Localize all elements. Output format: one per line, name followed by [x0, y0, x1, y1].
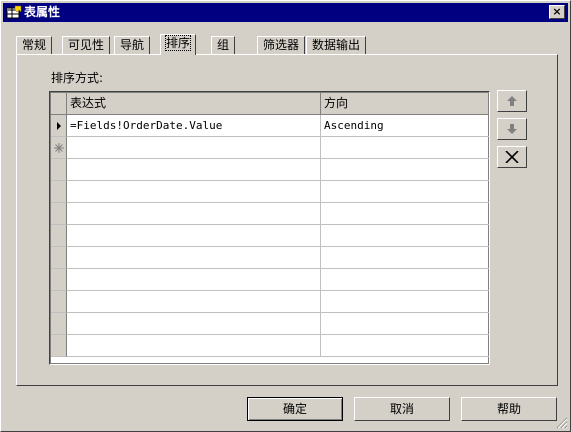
title-bar: 表属性 × — [3, 3, 568, 22]
move-down-button[interactable] — [497, 118, 527, 140]
tab-label: 导航 — [120, 38, 145, 52]
empty-cell — [67, 203, 321, 225]
row-selector — [51, 335, 67, 357]
row-selector — [51, 269, 67, 291]
resize-grip-icon[interactable] — [556, 417, 568, 429]
row-selector — [51, 181, 67, 203]
tab-navigation[interactable]: 导航 — [114, 36, 151, 54]
empty-cell — [321, 203, 489, 225]
move-up-button[interactable] — [497, 90, 527, 112]
sort-grid-body: 表达式 方向 =Fields!OrderDate.Value Ascending — [50, 92, 489, 364]
empty-cell — [67, 225, 321, 247]
table-properties-icon — [6, 5, 22, 19]
grid-header: 表达式 方向 — [51, 93, 489, 115]
row-selector[interactable] — [51, 115, 67, 137]
empty-cell — [67, 313, 321, 335]
empty-cell — [67, 159, 321, 181]
tab-filters[interactable]: 筛选器 — [257, 36, 306, 54]
sort-by-label: 排序方式: — [51, 71, 104, 85]
tab-label: 排序 — [164, 35, 192, 51]
close-button[interactable]: × — [549, 5, 565, 19]
row-selector — [51, 225, 67, 247]
column-header-expression: 表达式 — [67, 93, 321, 115]
row-header-corner — [51, 93, 67, 115]
current-row-icon — [56, 122, 61, 130]
row-selector — [51, 203, 67, 225]
cancel-button[interactable]: 取消 — [354, 397, 450, 421]
direction-cell[interactable]: Ascending — [321, 115, 489, 137]
delete-button[interactable] — [497, 146, 527, 168]
row-selector[interactable] — [51, 137, 67, 159]
empty-row — [51, 181, 489, 203]
empty-row — [51, 269, 489, 291]
row-selector — [51, 159, 67, 181]
empty-row — [51, 225, 489, 247]
row-selector — [51, 291, 67, 313]
arrow-up-icon — [507, 96, 517, 106]
arrow-down-icon — [507, 124, 517, 134]
empty-cell — [321, 269, 489, 291]
table-properties-dialog: 表属性 × 常规 可见性 导航 排序 组 筛选器 数据输出 排序方式: 表达式 … — [0, 0, 571, 432]
empty-row — [51, 247, 489, 269]
empty-cell — [67, 291, 321, 313]
tab-label: 数据输出 — [312, 38, 361, 52]
empty-cell — [67, 247, 321, 269]
column-header-direction: 方向 — [321, 93, 489, 115]
tab-label: 可见性 — [68, 38, 105, 52]
empty-cell — [321, 313, 489, 335]
table-row[interactable]: =Fields!OrderDate.Value Ascending — [51, 115, 489, 137]
expression-cell[interactable]: =Fields!OrderDate.Value — [67, 115, 321, 137]
new-row-icon — [53, 143, 64, 153]
ok-button[interactable]: 确定 — [247, 397, 343, 421]
empty-row — [51, 335, 489, 357]
row-selector — [51, 247, 67, 269]
tab-data-output[interactable]: 数据输出 — [306, 36, 367, 54]
sort-grid[interactable]: 表达式 方向 =Fields!OrderDate.Value Ascending — [49, 91, 490, 365]
empty-row — [51, 159, 489, 181]
empty-cell — [321, 291, 489, 313]
tab-general[interactable]: 常规 — [16, 36, 53, 54]
help-button[interactable]: 帮助 — [461, 397, 557, 421]
empty-cell — [67, 181, 321, 203]
expression-cell[interactable] — [67, 137, 321, 159]
tab-label: 常规 — [22, 38, 47, 52]
empty-cell — [321, 181, 489, 203]
window-title: 表属性 — [24, 5, 61, 19]
tab-sorting[interactable]: 排序 — [160, 34, 197, 55]
tab-label: 组 — [217, 38, 230, 52]
empty-cell — [321, 335, 489, 357]
delete-icon — [505, 151, 519, 163]
empty-cell — [321, 247, 489, 269]
empty-row — [51, 313, 489, 335]
empty-row — [51, 203, 489, 225]
tab-label: 筛选器 — [263, 38, 300, 52]
empty-cell — [321, 159, 489, 181]
empty-cell — [321, 225, 489, 247]
tab-visibility[interactable]: 可见性 — [62, 36, 111, 54]
table-row[interactable] — [51, 137, 489, 159]
empty-cell — [67, 335, 321, 357]
direction-cell[interactable] — [321, 137, 489, 159]
tab-groups[interactable]: 组 — [211, 36, 236, 54]
empty-row — [51, 291, 489, 313]
row-selector — [51, 313, 67, 335]
empty-cell — [67, 269, 321, 291]
